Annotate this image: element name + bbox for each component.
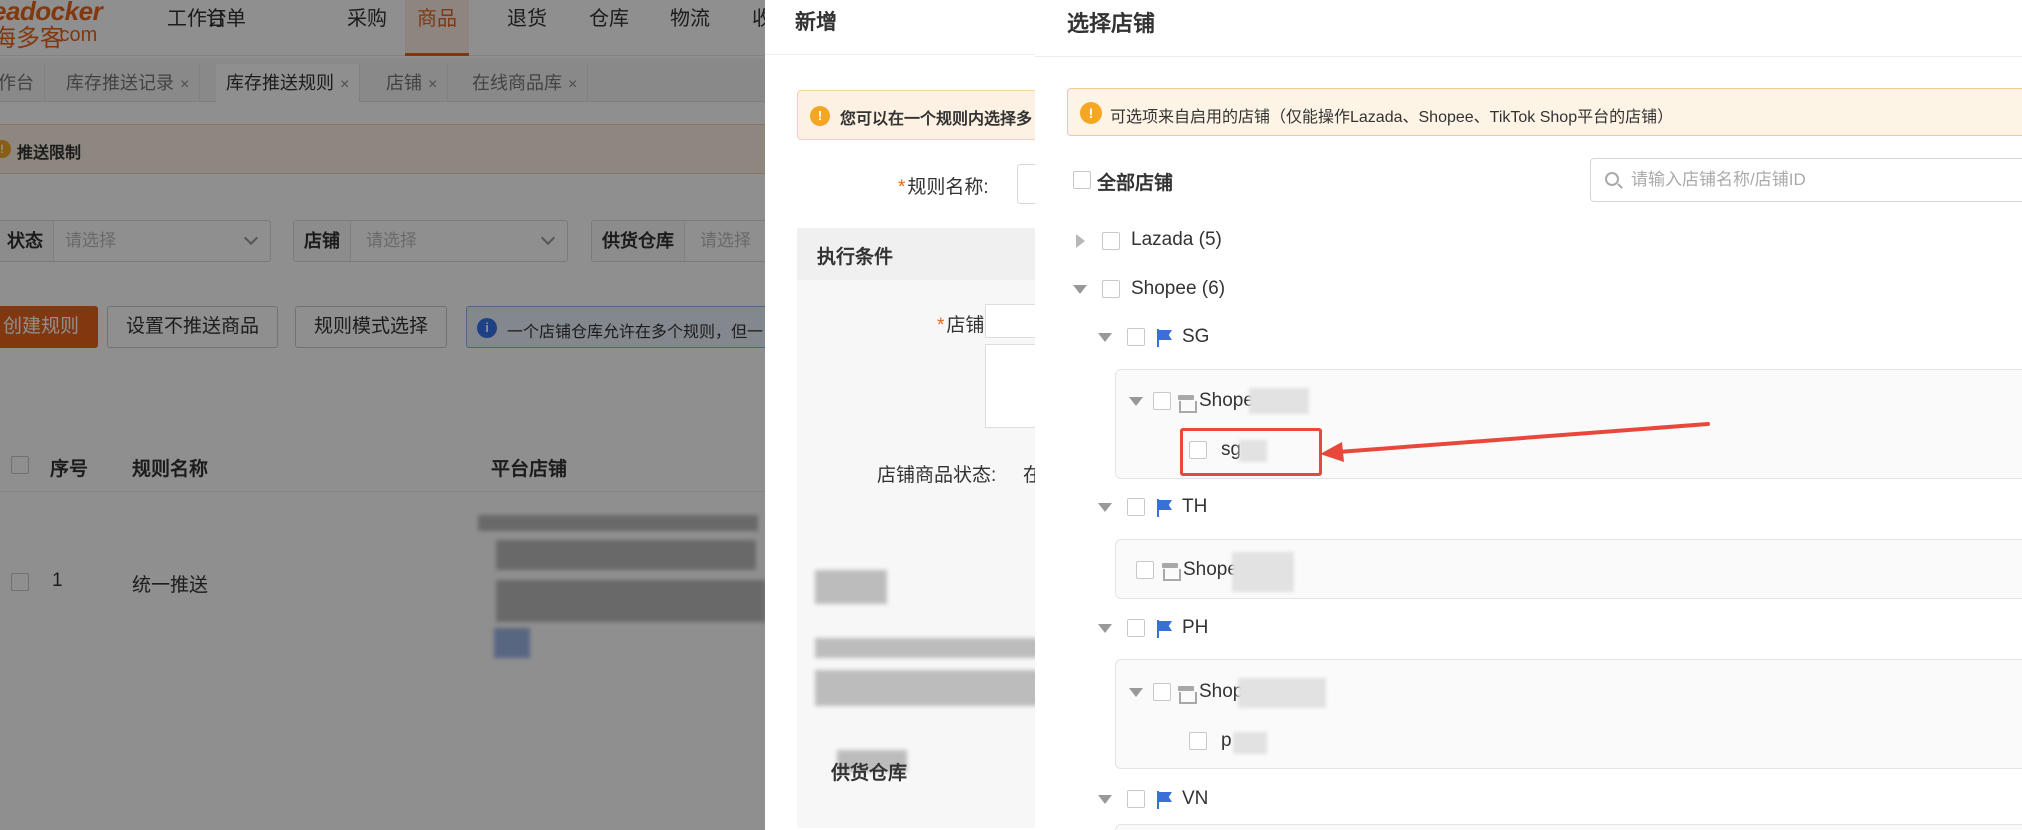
redacted-block — [815, 670, 1065, 706]
section-title: 执行条件 — [817, 247, 894, 268]
warning-icon: ! — [810, 106, 830, 126]
highlight-box — [1180, 428, 1322, 476]
rule-name-label: * 规则名称: — [898, 177, 989, 198]
checkbox[interactable] — [1127, 619, 1145, 637]
expand-icon[interactable] — [1076, 234, 1085, 248]
collapse-icon[interactable] — [1098, 333, 1112, 342]
dialog-title: 新增 — [795, 11, 837, 34]
redacted-block — [1232, 552, 1294, 592]
region-label: TH — [1182, 496, 1208, 517]
store-icon — [1178, 395, 1197, 413]
checkbox[interactable] — [1153, 683, 1171, 701]
store-checkbox[interactable] — [1189, 732, 1207, 750]
search-input[interactable] — [1631, 167, 2022, 193]
warning-icon: ! — [1080, 102, 1102, 124]
checkbox[interactable] — [1102, 280, 1120, 298]
store-label: p — [1221, 730, 1232, 751]
redacted-block — [1249, 388, 1309, 414]
drawer-title: 选择店铺 — [1067, 11, 1156, 36]
checkbox[interactable] — [1127, 498, 1145, 516]
collapse-icon[interactable] — [1098, 503, 1112, 512]
account-label: Shop — [1199, 681, 1244, 702]
supply-warehouse-label: 供货仓库 — [831, 763, 908, 784]
select-shop-drawer: 选择店铺 ! 可选项来自启用的店铺（仅能操作Lazada、Shopee、TikT… — [1035, 0, 2022, 830]
redacted-block — [1238, 678, 1326, 708]
divider — [1035, 56, 2022, 57]
flag-icon — [1157, 791, 1173, 809]
flag-icon — [1157, 620, 1173, 638]
region-label: SG — [1182, 326, 1210, 347]
node-label: Lazada (5) — [1131, 229, 1222, 250]
alert-text: 可选项来自启用的店铺（仅能操作Lazada、Shopee、TikTok Shop… — [1110, 109, 1674, 126]
warning-text: 您可以在一个规则内选择多 — [840, 111, 1033, 128]
th-account-group: Shope — [1115, 539, 2022, 599]
vn-account-group — [1115, 824, 2022, 830]
redacted-block — [815, 570, 887, 604]
redacted-block — [815, 638, 1045, 658]
annotation-arrow-icon — [1320, 422, 1710, 462]
shop-product-status-label: 店铺商品状态: — [877, 465, 997, 486]
shop-search[interactable] — [1590, 158, 2022, 202]
shop-label: * 店铺: — [937, 315, 990, 336]
checkbox[interactable] — [1127, 328, 1145, 346]
checkbox[interactable] — [1153, 392, 1171, 410]
search-icon — [1605, 172, 1619, 186]
region-label: PH — [1182, 617, 1209, 638]
collapse-icon[interactable] — [1129, 397, 1143, 406]
shop-source-alert: ! 可选项来自启用的店铺（仅能操作Lazada、Shopee、TikTok Sh… — [1067, 88, 2022, 136]
checkbox[interactable] — [1127, 790, 1145, 808]
account-label: Shope — [1183, 559, 1238, 580]
store-icon — [1162, 563, 1181, 581]
collapse-icon[interactable] — [1098, 795, 1112, 804]
redacted-block — [1233, 732, 1267, 754]
account-label: Shope — [1199, 390, 1254, 411]
node-label: Shopee (6) — [1131, 278, 1226, 299]
collapse-icon[interactable] — [1098, 624, 1112, 633]
ph-account-group: Shop p — [1115, 659, 2022, 769]
store-icon — [1178, 686, 1197, 704]
checkbox[interactable] — [1073, 171, 1091, 189]
flag-icon — [1157, 329, 1173, 347]
checkbox[interactable] — [1102, 232, 1120, 250]
checkbox[interactable] — [1136, 561, 1154, 579]
collapse-icon[interactable] — [1073, 285, 1087, 294]
flag-icon — [1157, 499, 1173, 517]
all-shops-label: 全部店铺 — [1097, 173, 1174, 194]
collapse-icon[interactable] — [1129, 688, 1143, 697]
region-label: VN — [1182, 788, 1209, 809]
